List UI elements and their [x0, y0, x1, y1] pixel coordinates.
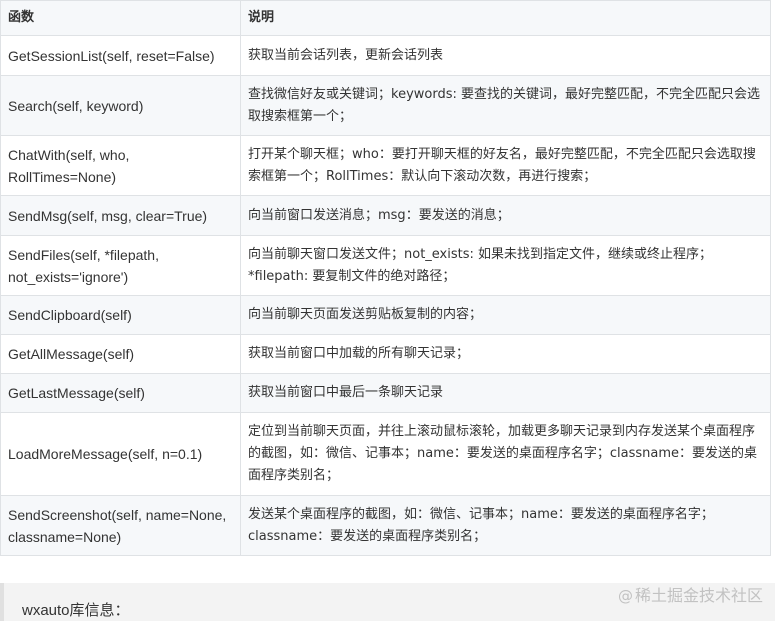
description-cell: 发送某个桌面程序的截图，如：微信、记事本；name：要发送的桌面程序名字；cla… — [240, 495, 771, 556]
description-cell: 获取当前会话列表，更新会话列表 — [240, 35, 771, 76]
description-cell: 获取当前窗口中最后一条聊天记录 — [240, 373, 771, 413]
table-row: Search(self, keyword) 查找微信好友或关键词；keyword… — [0, 75, 771, 136]
description-cell: 打开某个聊天框；who：要打开聊天框的好友名，最好完整匹配，不完全匹配只会选取搜… — [240, 135, 771, 196]
watermark-text: 稀土掘金技术社区 — [634, 586, 763, 605]
function-cell: Search(self, keyword) — [0, 75, 241, 136]
function-cell: SendMsg(self, msg, clear=True) — [0, 195, 241, 236]
table-header-row: 函数 说明 — [0, 0, 771, 36]
function-cell: SendFiles(self, *filepath, not_exists='i… — [0, 235, 241, 296]
description-cell: 查找微信好友或关键词；keywords: 要查找的关键词，最好完整匹配，不完全匹… — [240, 75, 771, 136]
description-cell: 向当前聊天页面发送剪贴板复制的内容； — [240, 295, 771, 335]
function-cell: SendScreenshot(self, name=None, classnam… — [0, 495, 241, 556]
table-row: LoadMoreMessage(self, n=0.1) 定位到当前聊天页面，并… — [0, 412, 771, 496]
function-cell: SendClipboard(self) — [0, 295, 241, 335]
description-cell: 向当前窗口发送消息；msg：要发送的消息； — [240, 195, 771, 236]
function-cell: GetLastMessage(self) — [0, 373, 241, 413]
function-cell: GetSessionList(self, reset=False) — [0, 35, 241, 76]
header-description: 说明 — [240, 0, 771, 36]
table-row: ChatWith(self, who, RollTimes=None) 打开某个… — [0, 135, 771, 196]
description-cell: 定位到当前聊天页面，并往上滚动鼠标滚轮，加载更多聊天记录到内存发送某个桌面程序的… — [240, 412, 771, 496]
description-cell: 获取当前窗口中加载的所有聊天记录； — [240, 334, 771, 374]
function-table: 函数 说明 GetSessionList(self, reset=False) … — [0, 0, 771, 556]
function-cell: GetAllMessage(self) — [0, 334, 241, 374]
function-cell: LoadMoreMessage(self, n=0.1) — [0, 412, 241, 496]
table-row: SendFiles(self, *filepath, not_exists='i… — [0, 235, 771, 296]
description-cell: 向当前聊天窗口发送文件；not_exists: 如果未找到指定文件，继续或终止程… — [240, 235, 771, 296]
function-cell: ChatWith(self, who, RollTimes=None) — [0, 135, 241, 196]
table-row: SendMsg(self, msg, clear=True) 向当前窗口发送消息… — [0, 195, 771, 236]
table-row: GetAllMessage(self) 获取当前窗口中加载的所有聊天记录； — [0, 334, 771, 374]
table-row: SendScreenshot(self, name=None, classnam… — [0, 495, 771, 556]
section-title: wxauto库信息： — [22, 602, 130, 619]
table-row: SendClipboard(self) 向当前聊天页面发送剪贴板复制的内容； — [0, 295, 771, 335]
watermark-at: @ — [617, 587, 633, 605]
header-function: 函数 — [0, 0, 241, 36]
table-row: GetLastMessage(self) 获取当前窗口中最后一条聊天记录 — [0, 373, 771, 413]
watermark: @ 稀土掘金技术社区 — [618, 582, 763, 606]
table-row: GetSessionList(self, reset=False) 获取当前会话… — [0, 35, 771, 76]
